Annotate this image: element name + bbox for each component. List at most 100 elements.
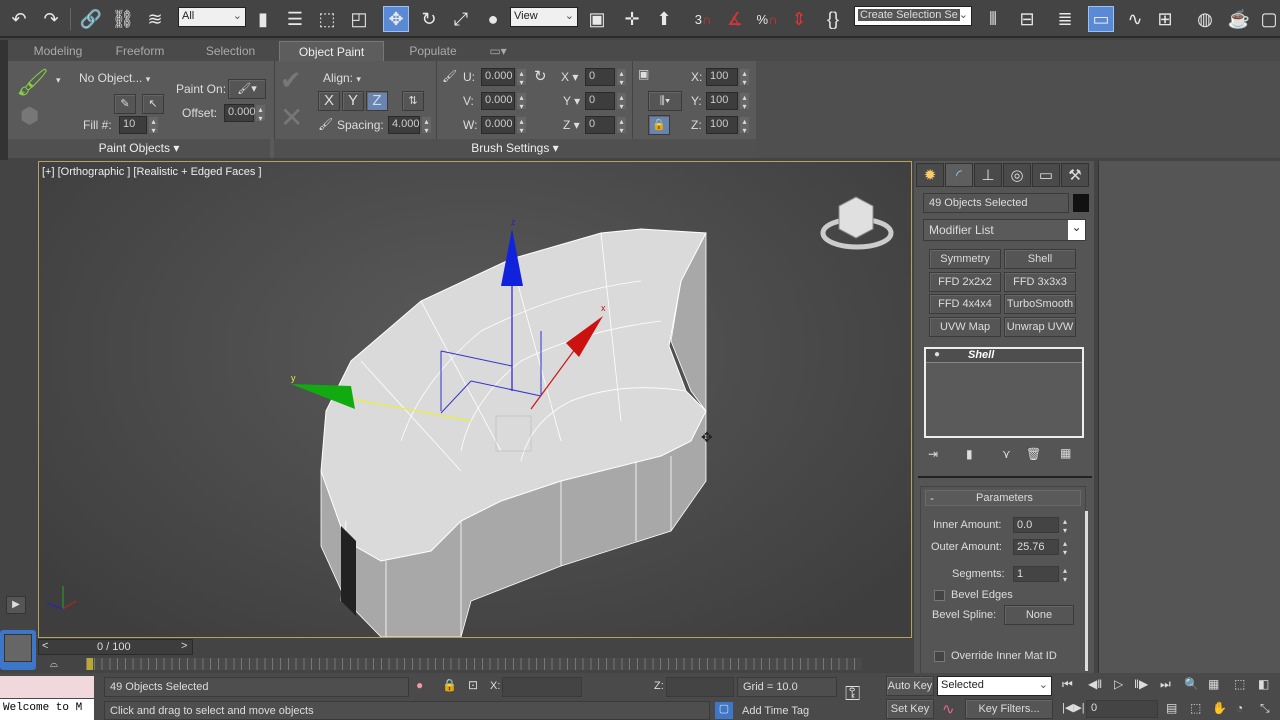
cancel-x-icon[interactable]: ✕	[280, 101, 303, 134]
lightbulb-icon[interactable]: ●	[934, 349, 940, 360]
create-tab-icon[interactable]: ✹	[916, 163, 944, 187]
align-icon[interactable]: ⊟	[1014, 6, 1040, 32]
redo-icon[interactable]: ↷	[38, 6, 64, 32]
display-tab-icon[interactable]: ▭	[1032, 163, 1060, 187]
align-x-button[interactable]: X	[318, 91, 340, 111]
next-frame-icon[interactable]: ‖▶	[1134, 677, 1148, 691]
set-keys-key-icon[interactable]: ⚿	[845, 683, 860, 706]
maximize-viewport-icon[interactable]: ⤡	[1260, 701, 1270, 716]
isolate-selection-icon[interactable]: ●	[416, 678, 423, 692]
select-manipulate-icon[interactable]: ✛	[619, 6, 645, 32]
v-input[interactable]: 0.000	[481, 92, 526, 110]
offset-input[interactable]: 0.000	[224, 104, 265, 122]
show-end-result-icon[interactable]: ▮	[966, 447, 973, 461]
track-bar-icon[interactable]: ⌓	[50, 659, 58, 670]
tab-modeling[interactable]: Modeling	[8, 41, 108, 61]
play-icon[interactable]: ▷	[1114, 677, 1123, 691]
unlink-icon[interactable]: ⛓	[110, 6, 136, 32]
bevel-edges-checkbox[interactable]	[934, 590, 945, 601]
reference-coordinate-dropdown[interactable]: View ⌄	[510, 7, 578, 27]
mirror-icon[interactable]: ⫴	[980, 6, 1006, 32]
edit-named-selection-icon[interactable]: {}	[820, 6, 846, 32]
ffd-2x2x2-button[interactable]: FFD 2x2x2	[929, 272, 1001, 292]
unwrap-uvw-button[interactable]: Unwrap UVW	[1004, 317, 1076, 337]
inner-amount-input[interactable]: 0.0	[1013, 517, 1059, 533]
hierarchy-tab-icon[interactable]: ⊥	[974, 163, 1002, 187]
command-panel-scrollbar[interactable]	[1085, 511, 1088, 671]
inner-amount-spinner[interactable]: ▴ ▾	[1063, 517, 1067, 535]
zoom-icon[interactable]: 🔍	[1184, 677, 1199, 691]
rotate-z-input[interactable]: 0	[585, 116, 626, 134]
rectangle-selection-icon[interactable]: ⬚	[314, 6, 340, 32]
select-and-rotate-icon[interactable]: ↻	[416, 6, 442, 32]
symmetry-button[interactable]: Symmetry	[929, 249, 1001, 269]
u-input[interactable]: 0.000	[481, 68, 526, 86]
tab-selection[interactable]: Selection	[188, 41, 273, 61]
modifier-list-dropdown[interactable]: Modifier List ⌄	[923, 219, 1086, 241]
time-tag-icon[interactable]: ▢	[715, 702, 733, 719]
mini-curve-editor-toggle[interactable]	[0, 630, 36, 670]
outer-amount-spinner[interactable]: ▴ ▾	[1063, 539, 1067, 557]
current-frame-input[interactable]: 0	[1086, 700, 1158, 718]
time-configuration-icon[interactable]: ▤	[1166, 701, 1177, 715]
viewport-orthographic[interactable]: [+] [Orthographic ] [Realistic + Edged F…	[38, 161, 912, 638]
parameters-rollout-header[interactable]: - Parameters	[925, 490, 1081, 506]
select-and-scale-icon[interactable]: ⤢	[448, 6, 474, 32]
toggle-ribbon-icon[interactable]: ▭	[1088, 6, 1114, 32]
outer-amount-input[interactable]: 25.76	[1013, 539, 1059, 555]
object-color-swatch[interactable]	[1073, 194, 1089, 212]
next-frame-button[interactable]: >	[181, 640, 187, 652]
keyboard-shortcut-override-icon[interactable]: ⬆	[651, 6, 677, 32]
ffd-4x4x4-button[interactable]: FFD 4x4x4	[929, 294, 1001, 314]
zoom-extents-all-icon[interactable]: ◧	[1258, 677, 1269, 691]
rotate-z-dropdown[interactable]: Z ▾	[563, 118, 580, 132]
previous-frame-icon[interactable]: ◀‖	[1088, 677, 1102, 691]
previous-frame-button[interactable]: <	[42, 640, 48, 652]
orbit-icon[interactable]: ◔	[1236, 701, 1243, 715]
select-and-place-icon[interactable]: ●	[480, 6, 506, 32]
align-y-button[interactable]: Y	[342, 91, 364, 111]
zoom-region-icon[interactable]: ⬚	[1190, 701, 1201, 715]
absolute-mode-icon[interactable]: ⊡	[468, 678, 478, 692]
spinner-snap-icon[interactable]: ⇕	[786, 6, 812, 32]
select-by-name-icon[interactable]: ☰	[282, 6, 308, 32]
ribbon-options-icon[interactable]: ▭▾	[483, 41, 513, 61]
make-unique-icon[interactable]: ⋎	[1002, 447, 1011, 461]
rotate-x-input[interactable]: 0	[585, 68, 626, 86]
rotate-y-dropdown[interactable]: Y ▾	[563, 94, 580, 108]
stack-item-shell[interactable]: ● Shell	[926, 349, 1082, 363]
undo-icon[interactable]: ↶	[6, 6, 32, 32]
maxscript-mini-listener[interactable]: Welcome to M	[0, 699, 94, 720]
play-panel-icon[interactable]: ▶	[6, 596, 26, 614]
z-coordinate-input[interactable]	[666, 677, 734, 697]
modify-tab-icon[interactable]: ◜	[945, 163, 973, 187]
time-slider[interactable]: < 0 / 100 >	[38, 639, 193, 655]
curve-editor-icon[interactable]: ∿	[1122, 6, 1148, 32]
fill-input[interactable]: 10	[119, 116, 158, 134]
angle-snap-icon[interactable]: ∡	[722, 6, 748, 32]
add-time-tag-button[interactable]: Add Time Tag	[742, 705, 809, 717]
percent-snap-icon[interactable]: % ∩	[754, 6, 780, 32]
named-selection-dropdown[interactable]: Create Selection Se ⌄	[854, 6, 972, 26]
layer-explorer-icon[interactable]: ≣	[1052, 6, 1078, 32]
segments-input[interactable]: 1	[1013, 566, 1059, 582]
pin-stack-icon[interactable]: ⇥	[928, 447, 938, 461]
flip-normal-icon[interactable]: ⇅	[402, 91, 424, 111]
chevron-down-icon[interactable]: ▾	[56, 75, 61, 86]
select-object-paint-icon[interactable]: ↖	[142, 94, 164, 114]
default-tangent-icon[interactable]: ∿	[942, 700, 955, 718]
segments-spinner[interactable]: ▴ ▾	[1063, 566, 1067, 584]
schematic-view-icon[interactable]: ⊞	[1152, 6, 1178, 32]
select-object-icon[interactable]: ▮	[250, 6, 276, 32]
track-bar[interactable]	[86, 658, 862, 670]
paint-on-dropdown[interactable]: 🖌▾	[228, 79, 266, 99]
zoom-extents-icon[interactable]: ⬚	[1234, 677, 1245, 691]
scale-x-input[interactable]: 100	[706, 68, 749, 86]
maxscript-listener-top[interactable]	[0, 676, 94, 698]
zoom-all-icon[interactable]: ▦	[1208, 677, 1219, 691]
configure-modifier-sets-icon[interactable]: ▦	[1060, 446, 1071, 460]
spacing-input[interactable]: 4.000	[388, 116, 431, 134]
bind-space-warp-icon[interactable]: ≋	[142, 6, 168, 32]
bevel-spline-button[interactable]: None	[1004, 605, 1074, 625]
pick-object-icon[interactable]: ✎	[114, 94, 136, 114]
